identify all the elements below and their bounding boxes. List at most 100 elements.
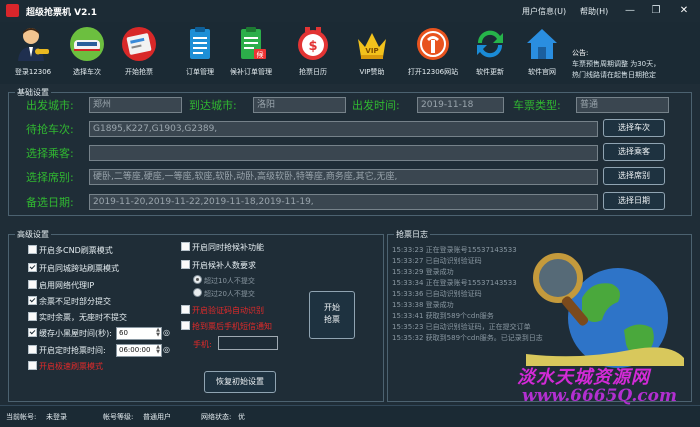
checkbox[interactable] bbox=[28, 328, 37, 337]
option-captcha-auto[interactable]: 开启验证码自动识别 bbox=[181, 305, 264, 317]
toolbar-calendar[interactable]: $ 抢票日历 bbox=[283, 23, 343, 81]
option-proxy-ip[interactable]: 启用网络代理IP bbox=[28, 280, 94, 292]
option-blackroom-interval[interactable]: 缓存小黑屋时间(秒): bbox=[28, 328, 112, 340]
checkbox[interactable] bbox=[28, 296, 37, 305]
checkbox[interactable] bbox=[28, 280, 37, 289]
svg-text:VIP: VIP bbox=[365, 47, 378, 55]
depart-date-label: 出发时间: bbox=[352, 99, 400, 112]
option-sms-notify[interactable]: 抢到票后手机短信通知 bbox=[181, 321, 272, 333]
select-trains-button[interactable]: 选择车次 bbox=[603, 119, 665, 137]
account-value: 未登录 bbox=[46, 413, 67, 421]
checkbox[interactable] bbox=[28, 345, 37, 354]
account-label: 当前帐号: bbox=[6, 413, 37, 421]
option-label: 启用网络代理IP bbox=[39, 281, 95, 290]
timer-input[interactable]: 06:00:00 ▲ ▼ bbox=[116, 344, 162, 357]
radio-over-20[interactable]: 超过20人不提交 bbox=[193, 288, 255, 299]
toolbar-website[interactable]: 软件官网 bbox=[512, 23, 572, 81]
start-grab-button[interactable]: 开始 抢票 bbox=[309, 291, 355, 339]
to-city-input[interactable]: 洛阳 bbox=[253, 97, 346, 113]
close-button[interactable]: ✕ bbox=[672, 3, 696, 19]
reset-settings-button[interactable]: 恢复初始设置 bbox=[204, 371, 276, 393]
spin-arrows-icon[interactable]: ▲ ▼ bbox=[156, 345, 160, 355]
ticket-type-input[interactable]: 普通 bbox=[576, 97, 669, 113]
watermark-url: www.6665Q.com bbox=[522, 386, 677, 406]
option-partial-submit[interactable]: 余票不足时部分提交 bbox=[28, 296, 111, 308]
log-line: 15:33:38 登录成功 bbox=[392, 301, 454, 309]
train-icon bbox=[70, 27, 104, 61]
option-realtime-remaining[interactable]: 实时余票，无座时不提交 bbox=[28, 312, 127, 324]
timer-value: 06:00:00 bbox=[119, 346, 151, 354]
option-label: 开启多CND刷票模式 bbox=[39, 246, 113, 255]
toolbar-vip[interactable]: VIP VIP赞助 bbox=[342, 23, 402, 81]
menu-help[interactable]: 帮助(H) bbox=[580, 6, 608, 17]
checkbox[interactable] bbox=[28, 312, 37, 321]
option-label: 开启定时抢票时间: bbox=[39, 346, 106, 355]
toolbar-start-grab[interactable]: 开始抢票 bbox=[109, 23, 169, 81]
spin-arrows-icon[interactable]: ▲ ▼ bbox=[156, 328, 160, 338]
network-label: 网络状态: bbox=[201, 413, 232, 421]
calendar-clock-icon: $ bbox=[298, 27, 328, 60]
order-list-icon bbox=[190, 27, 210, 59]
option-timed-grab[interactable]: 开启定时抢票时间: bbox=[28, 345, 106, 357]
option-label: 实时余票，无座时不提交 bbox=[39, 313, 127, 322]
radio-over-10[interactable]: 超过10人不提交 bbox=[193, 275, 255, 286]
seat-label: 选择席别: bbox=[26, 171, 74, 184]
checkbox[interactable] bbox=[28, 245, 37, 254]
passenger-label: 选择乘客: bbox=[26, 147, 74, 160]
toolbar-select-train[interactable]: 选择车次 bbox=[57, 23, 117, 81]
toolbar-calendar-label: 抢票日历 bbox=[299, 68, 327, 76]
minimize-button[interactable]: — bbox=[618, 3, 642, 19]
option-fast-mode[interactable]: 开启极速刷票模式 bbox=[28, 361, 103, 373]
checkbox[interactable] bbox=[181, 260, 190, 269]
passenger-input[interactable] bbox=[89, 145, 598, 161]
ticket-type-label: 车票类型: bbox=[513, 99, 561, 112]
option-waitlist-limit[interactable]: 开启候补人数要求 bbox=[181, 260, 256, 272]
checkbox[interactable] bbox=[181, 305, 190, 314]
backup-date-input[interactable]: 2019-11-20,2019-11-22,2019-11-18,2019-11… bbox=[89, 194, 598, 210]
log-line: 15:33:34 正在登录账号15537143533 bbox=[392, 279, 517, 287]
select-seat-button[interactable]: 选择席别 bbox=[603, 167, 665, 185]
notice-line: 车票预售周期调整 为30天， bbox=[572, 60, 661, 68]
interval-value: 60 bbox=[119, 329, 128, 337]
option-label: 余票不足时部分提交 bbox=[39, 297, 111, 306]
toolbar-login[interactable]: 登录12306 bbox=[3, 23, 63, 81]
log-line: 15:33:36 已自动识别验证码 bbox=[392, 290, 482, 298]
trains-input[interactable]: G1895,K227,G1903,G2389, bbox=[89, 121, 598, 137]
option-label: 抢到票后手机短信通知 bbox=[192, 322, 272, 331]
phone-input[interactable] bbox=[218, 336, 278, 350]
checkbox[interactable] bbox=[28, 263, 37, 272]
interval-refresh-icon[interactable]: ◎ bbox=[163, 328, 170, 340]
waitlist-order-icon: 候 bbox=[241, 27, 266, 59]
from-city-input[interactable]: 郑州 bbox=[89, 97, 182, 113]
checkbox[interactable] bbox=[181, 321, 190, 330]
backup-date-label: 备选日期: bbox=[26, 196, 74, 209]
timer-refresh-icon[interactable]: ◎ bbox=[163, 345, 170, 357]
checkbox[interactable] bbox=[28, 361, 37, 370]
checkbox[interactable] bbox=[181, 242, 190, 251]
select-passenger-button[interactable]: 选择乘客 bbox=[603, 143, 665, 161]
option-label: 开启候补人数要求 bbox=[192, 261, 256, 270]
toolbar-start-grab-label: 开始抢票 bbox=[125, 68, 153, 76]
radio-dot[interactable] bbox=[193, 288, 202, 297]
select-date-button[interactable]: 选择日期 bbox=[603, 192, 665, 210]
radio-dot[interactable] bbox=[193, 275, 202, 284]
toolbar-update[interactable]: 软件更新 bbox=[460, 23, 520, 81]
log-line: 15:35:23 已自动识别验证码，正在提交订单 bbox=[392, 323, 531, 331]
option-label: 开启极速刷票模式 bbox=[39, 362, 103, 371]
svg-text:$: $ bbox=[308, 39, 317, 54]
restore-button[interactable]: ❐ bbox=[644, 3, 668, 19]
status-bar: 当前帐号: 未登录 帐号等级: 普通用户 网络状态: 优 bbox=[0, 405, 700, 427]
toolbar-open-12306[interactable]: 打开12306网站 bbox=[403, 23, 463, 81]
interval-input[interactable]: 60 ▲ ▼ bbox=[116, 327, 162, 340]
seat-input[interactable]: 硬卧,二等座,硬座,一等座,软座,软卧,动卧,高级软卧,特等座,商务座,其它,无… bbox=[89, 169, 598, 185]
depart-date-input[interactable]: 2019-11-18 bbox=[417, 97, 504, 113]
menu-user-info[interactable]: 用户信息(U) bbox=[522, 6, 566, 17]
log-line: 15:33:29 登录成功 bbox=[392, 268, 454, 276]
toolbar-waitlist-orders[interactable]: 候 候补订单管理 bbox=[221, 23, 281, 81]
update-icon bbox=[477, 30, 503, 58]
option-multi-cdn[interactable]: 开启多CND刷票模式 bbox=[28, 245, 113, 257]
level-label: 帐号等级: bbox=[103, 413, 134, 421]
option-waitlist-grab[interactable]: 开启同时抢候补功能 bbox=[181, 242, 264, 254]
option-cross-station[interactable]: 开启同城跨站刷票模式 bbox=[28, 263, 119, 275]
svg-text:候: 候 bbox=[257, 50, 264, 59]
